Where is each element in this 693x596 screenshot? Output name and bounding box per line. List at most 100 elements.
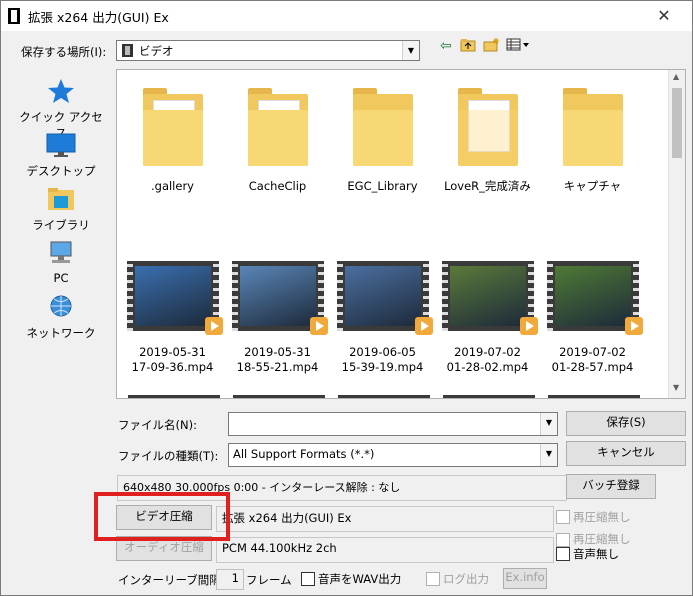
video-thumbnail [546,261,643,335]
no-audio-label: 音声無し [573,547,619,561]
video-codec-display: 拡張 x264 出力(GUI) Ex [216,506,554,532]
star-icon [18,78,104,107]
back-arrow-icon[interactable]: ⇦ [440,38,452,54]
video-name-line2: 17-09-36.mp4 [131,360,214,374]
video-folder-icon [122,44,133,57]
interleave-label: インターリーブ間隔 : [118,573,229,587]
computer-icon [18,240,104,269]
place-label: ネットワーク [26,326,96,340]
exinfo-button[interactable]: Ex.info [503,568,547,589]
video-name-line1: 2019-07-02 [559,345,626,359]
scroll-down-icon[interactable]: ▼ [673,383,679,392]
filename-input[interactable]: ▼ [228,412,558,436]
place-label: デスクトップ [26,164,96,178]
log-output-checkbox[interactable] [426,572,440,586]
batch-register-button[interactable]: バッチ登録 [566,474,656,499]
place-label: PC [53,271,69,285]
save-button[interactable]: 保存(S) [566,411,686,436]
video-thumbnail-partial [233,395,325,398]
interleave-input[interactable]: 1 [216,569,244,590]
folder-name: キャプチャ [563,179,622,193]
play-icon [414,317,433,335]
video-name-line1: 2019-07-02 [454,345,521,359]
window-title: 拡張 x264 出力(GUI) Ex [28,10,169,25]
folder-icon [457,86,518,166]
video-item[interactable]: 2019-06-05 15-39-19.mp4 [330,261,435,375]
audio-no-recompress-label: 再圧縮無し [573,532,631,546]
filetype-label: ファイルの種類(T): [118,449,219,463]
video-name-line2: 18-55-21.mp4 [236,360,319,374]
play-icon [204,317,223,335]
folder-icon [142,86,203,166]
video-thumbnail-partial [128,395,220,398]
save-in-combo[interactable]: ビデオ ▼ [116,40,420,61]
video-item[interactable]: 2019-07-02 01-28-02.mp4 [435,261,540,375]
play-icon [309,317,328,335]
folder-item[interactable]: LoveR_完成済み [435,86,540,194]
video-item[interactable]: 2019-07-02 01-28-57.mp4 [540,261,645,375]
video-thumbnail [336,261,433,335]
vertical-scrollbar[interactable]: ▲ ▼ [668,70,685,398]
chevron-down-icon[interactable]: ▼ [402,41,419,60]
play-icon [519,317,538,335]
app-icon [8,8,20,24]
desktop-icon [18,132,104,161]
scroll-up-icon[interactable]: ▲ [673,72,679,81]
folder-item[interactable]: EGC_Library [330,86,435,194]
video-no-recompress-checkbox[interactable] [556,510,570,524]
folder-name: EGC_Library [347,179,418,193]
file-list[interactable]: .gallery CacheClip EGC_Library LoveR_完成済… [116,69,686,399]
video-item[interactable]: 2019-05-31 17-09-36.mp4 [120,261,225,375]
save-in-value: ビデオ [139,44,174,58]
folder-item[interactable]: CacheClip [225,86,330,194]
folder-icon [247,86,308,166]
video-name-line2: 01-28-02.mp4 [446,360,529,374]
filetype-select[interactable]: All Support Formats (*.*) ▼ [228,443,558,467]
folder-name: LoveR_完成済み [444,179,531,193]
no-audio-checkbox[interactable] [556,547,570,561]
chevron-down-icon[interactable]: ▼ [540,413,557,435]
place-network[interactable]: ネットワーク [18,294,104,341]
new-folder-icon[interactable] [483,37,500,56]
video-thumbnail-partial [443,395,535,398]
view-menu-icon[interactable] [506,38,530,56]
audio-codec-display: PCM 44.100kHz 2ch [216,537,554,563]
network-icon [18,294,104,323]
place-desktop[interactable]: デスクトップ [18,132,104,179]
video-thumbnail-partial [338,395,430,398]
close-button[interactable]: ✕ [650,6,678,25]
cancel-button[interactable]: キャンセル [566,441,686,466]
highlight-box [94,492,230,541]
video-name-line2: 01-28-57.mp4 [551,360,634,374]
play-icon [624,317,643,335]
video-name-line1: 2019-06-05 [349,345,416,359]
folder-icon [352,86,413,166]
folder-name: CacheClip [248,179,307,193]
video-item[interactable]: 2019-05-31 18-55-21.mp4 [225,261,330,375]
folder-icon [562,86,623,166]
video-thumbnail [231,261,328,335]
library-icon [18,186,104,215]
folder-name: .gallery [150,179,194,193]
folder-item[interactable]: キャプチャ [540,86,645,194]
video-name-line2: 15-39-19.mp4 [341,360,424,374]
frame-label: フレーム [246,573,292,587]
filename-label: ファイル名(N): [118,418,197,432]
video-no-recompress-label: 再圧縮無し [573,510,631,524]
log-output-label: ログ出力 [443,572,489,586]
wav-output-label: 音声をWAV出力 [318,572,402,586]
video-thumbnail [441,261,538,335]
place-library[interactable]: ライブラリ [18,186,104,233]
up-folder-icon[interactable] [460,37,476,56]
audio-no-recompress-checkbox[interactable] [556,533,570,547]
video-name-line1: 2019-05-31 [244,345,311,359]
video-thumbnail-partial [548,395,640,398]
video-thumbnail [126,261,223,335]
place-pc[interactable]: PC [18,240,104,285]
video-name-line1: 2019-05-31 [139,345,206,359]
scrollbar-thumb[interactable] [672,88,682,158]
folder-item[interactable]: .gallery [120,86,225,194]
chevron-down-icon[interactable]: ▼ [540,444,557,466]
wav-output-checkbox[interactable] [301,572,315,586]
save-in-label: 保存する場所(I): [21,45,107,59]
